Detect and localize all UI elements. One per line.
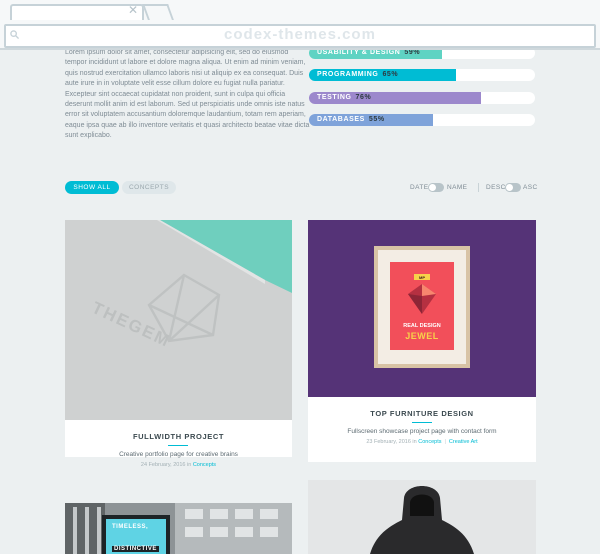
- skill-percent: 59%: [404, 49, 421, 56]
- new-tab-shape: [142, 4, 174, 20]
- desc-asc-toggle[interactable]: [505, 183, 521, 192]
- url-text: codex-themes.com: [224, 26, 376, 43]
- card-category-link[interactable]: Concepts: [418, 439, 441, 445]
- skill-name: PROGRAMMING: [317, 71, 379, 78]
- browser-tab-overlay: [10, 4, 144, 20]
- card-meta: 24 February, 2016 in Concepts: [65, 462, 292, 468]
- card-divider: [412, 422, 432, 423]
- sort-desc-label: DESC: [486, 184, 506, 191]
- sort-name-label: NAME: [447, 184, 468, 191]
- meta-separator: |: [444, 439, 446, 445]
- card-image-building[interactable]: [65, 503, 292, 554]
- sort-date-label: DATE: [410, 184, 429, 191]
- skill-bar-label: TESTING 76%: [317, 92, 371, 104]
- sort-asc-label: ASC: [523, 184, 538, 191]
- show-all-filter-button[interactable]: SHOW ALL: [65, 181, 119, 194]
- concepts-filter-button[interactable]: CONCEPTS: [122, 181, 176, 194]
- card-title[interactable]: FULLWIDTH PROJECT: [65, 432, 292, 441]
- sort-divider: [478, 183, 479, 192]
- poster-subtitle: REAL DESIGN: [403, 323, 441, 329]
- card-category-link[interactable]: Concepts: [193, 462, 216, 468]
- card-date: 23 February, 2016 in: [366, 439, 417, 445]
- skill-bar-label: PROGRAMMING 65%: [317, 69, 398, 81]
- date-name-toggle[interactable]: [428, 183, 444, 192]
- card-title[interactable]: TOP FURNITURE DESIGN: [308, 409, 536, 418]
- card-image-jewel-poster[interactable]: [308, 220, 536, 397]
- poster-badge: MP: [419, 275, 425, 280]
- toggle-knob: [429, 184, 436, 191]
- card-category-link-2[interactable]: Creative Art: [449, 439, 478, 445]
- skill-name: DATABASES: [317, 116, 365, 123]
- poster-title: JEWEL: [405, 331, 439, 341]
- skill-bar-label: USABILITY & DESIGN 59%: [317, 47, 420, 59]
- card-date: 24 February, 2016 in: [140, 462, 192, 468]
- card-meta: 23 February, 2016 in Concepts | Creative A…: [308, 439, 536, 445]
- skill-name: USABILITY & DESIGN: [317, 49, 401, 56]
- poster-line-1: TIMELESS,: [112, 524, 149, 530]
- skill-percent: 55%: [368, 116, 385, 123]
- about-paragraph: Lorem ipsum dolor sit amet, consectetur …: [65, 49, 310, 140]
- skill-bar-label: DATABASES 55%: [317, 114, 385, 126]
- card-image-hoodie[interactable]: [308, 480, 536, 554]
- card-description: Creative portfolio page for creative bra…: [119, 451, 238, 458]
- skill-percent: 76%: [355, 94, 372, 101]
- poster-line-2: DISTINCTIVE: [112, 546, 159, 552]
- skill-name: TESTING: [317, 94, 352, 101]
- card-divider: [168, 445, 188, 446]
- close-tab-icon: ✕: [128, 3, 139, 17]
- toggle-knob: [506, 184, 513, 191]
- skill-percent: 65%: [382, 71, 399, 78]
- card-description: Fullscreen showcase project page with co…: [347, 428, 497, 435]
